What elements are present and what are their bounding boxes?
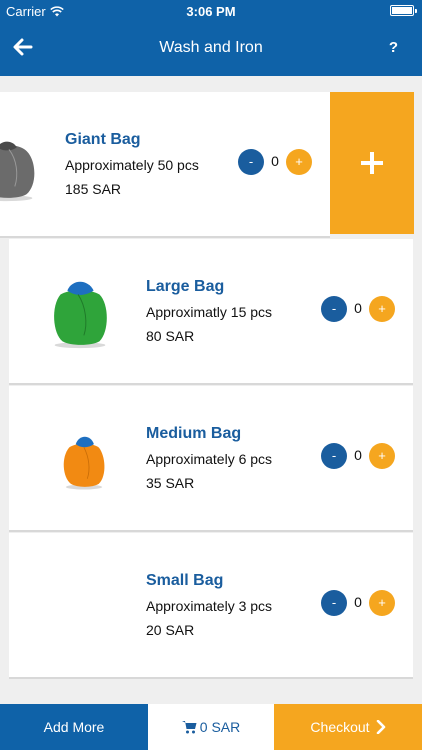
decrease-button[interactable]: -: [321, 443, 347, 469]
swipe-add-button[interactable]: [330, 92, 414, 234]
bag-list[interactable]: Giant Bag Approximately 50 pcs 185 SAR -…: [0, 76, 422, 704]
bag-card-giant[interactable]: Giant Bag Approximately 50 pcs 185 SAR -…: [0, 92, 330, 236]
increase-button[interactable]: +: [369, 443, 395, 469]
increase-button[interactable]: +: [286, 149, 312, 175]
bag-price: 20 SAR: [146, 622, 195, 638]
decrease-button[interactable]: -: [238, 149, 264, 175]
quantity-stepper: - 0 +: [321, 296, 397, 322]
large-bag-image: [54, 281, 107, 349]
quantity-value: 0: [354, 594, 362, 610]
add-more-button[interactable]: Add More: [0, 704, 148, 750]
increase-button[interactable]: +: [369, 296, 395, 322]
clock: 3:06 PM: [186, 4, 236, 19]
battery-icon: [390, 5, 417, 16]
quantity-stepper: - 0 +: [238, 149, 314, 175]
quantity-stepper: - 0 +: [321, 590, 397, 616]
quantity-value: 0: [354, 300, 362, 316]
bag-name: Large Bag: [146, 278, 225, 295]
cart-total-label: 0 SAR: [199, 719, 241, 735]
page-title: Wash and Iron: [159, 39, 263, 56]
bag-approx: Approximately 6 pcs: [146, 451, 273, 467]
increase-button[interactable]: +: [369, 590, 395, 616]
bag-card-medium[interactable]: Medium Bag Approximately 6 pcs 35 SAR - …: [9, 386, 413, 530]
help-button[interactable]: ?: [389, 39, 398, 56]
quantity-value: 0: [354, 447, 362, 463]
bag-card-small[interactable]: Small Bag Approximately 3 pcs 20 SAR - 0…: [9, 533, 413, 677]
bag-name: Medium Bag: [146, 425, 242, 442]
status-bar: Carrier 3:06 PM: [0, 0, 422, 22]
bag-name: Giant Bag: [65, 131, 141, 148]
quantity-stepper: - 0 +: [321, 443, 397, 469]
cart-total[interactable]: 0 SAR: [148, 704, 274, 750]
cart-icon: [181, 721, 197, 734]
bag-card-large[interactable]: Large Bag Approximatly 15 pcs 80 SAR - 0…: [9, 239, 413, 383]
bottom-bar: Add More 0 SAR Checkout: [0, 704, 422, 750]
bag-price: 80 SAR: [146, 328, 195, 344]
decrease-button[interactable]: -: [321, 296, 347, 322]
quantity-value: 0: [271, 153, 279, 169]
bag-price: 185 SAR: [65, 181, 122, 197]
bag-price: 35 SAR: [146, 475, 195, 491]
add-more-label: Add More: [43, 719, 105, 735]
bag-approx: Approximatly 15 pcs: [146, 304, 273, 320]
bag-approx: Approximately 50 pcs: [65, 157, 199, 173]
medium-bag-image: [63, 436, 105, 490]
giant-bag-image: [0, 141, 35, 202]
decrease-button[interactable]: -: [321, 590, 347, 616]
nav-bar: Wash and Iron ?: [0, 22, 422, 76]
chevron-right-icon: [376, 720, 385, 735]
bag-name: Small Bag: [146, 572, 224, 589]
checkout-label: Checkout: [310, 719, 370, 735]
bag-approx: Approximately 3 pcs: [146, 598, 273, 614]
plus-icon: [361, 152, 383, 174]
checkout-button[interactable]: Checkout: [274, 704, 422, 750]
